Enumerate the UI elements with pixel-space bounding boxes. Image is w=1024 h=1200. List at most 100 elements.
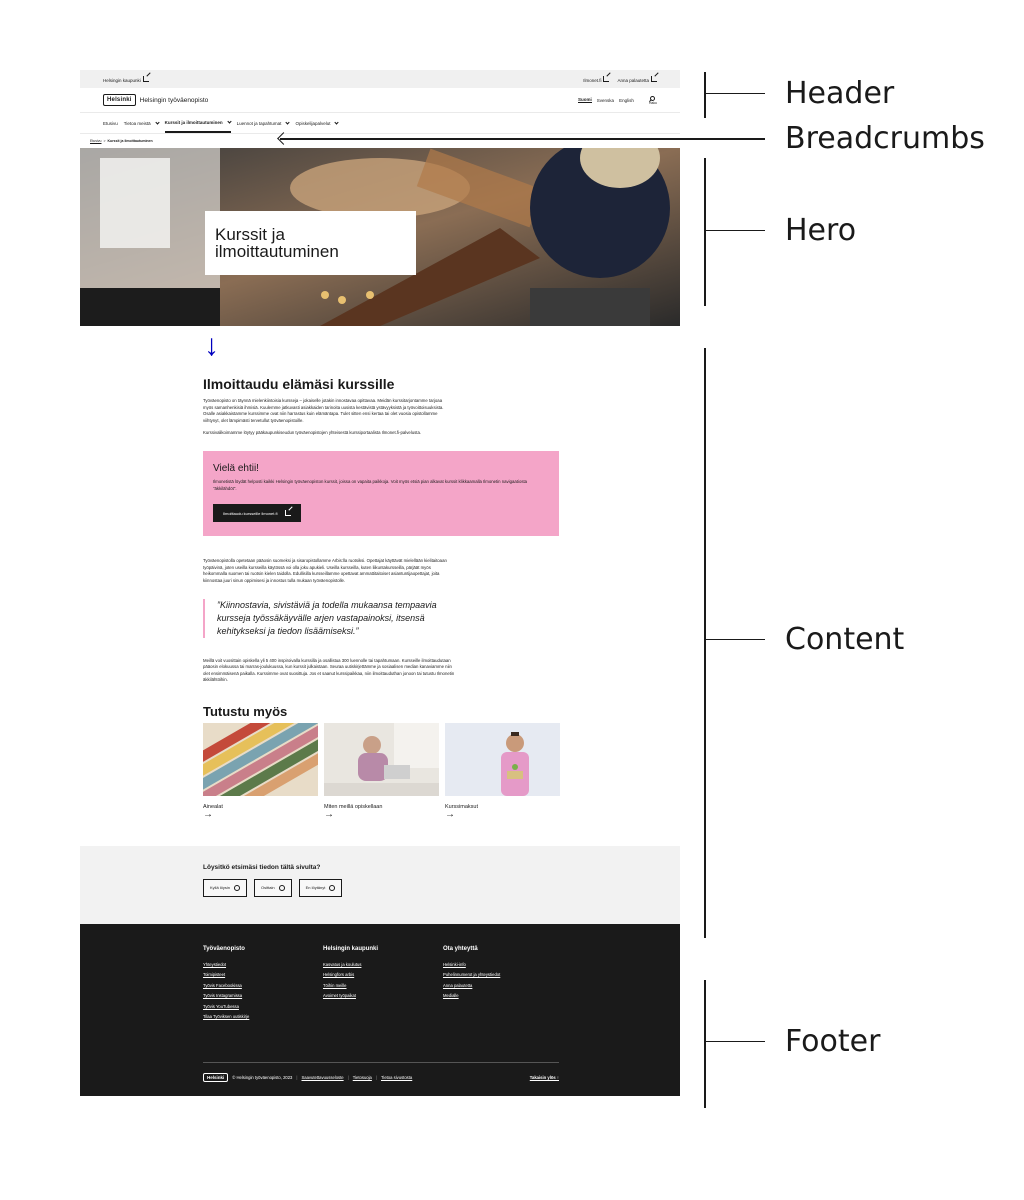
annotation-line xyxy=(705,1040,765,1043)
quote: ”Kiinnostavia, sivistäviä ja todella muk… xyxy=(203,598,459,638)
explore-heading: Tutustu myös xyxy=(203,703,288,719)
footer-logo: Helsinki xyxy=(203,1073,229,1083)
lang-suomi[interactable]: Suomi xyxy=(578,97,592,103)
external-link-icon xyxy=(142,75,149,82)
footer-link[interactable]: Yhteystiedot xyxy=(203,960,323,970)
neutral-face-icon xyxy=(278,884,285,891)
city-link[interactable]: Helsingin kaupunki xyxy=(103,75,149,83)
home-logo-link[interactable]: Helsinki Helsingin työväenopisto xyxy=(103,94,208,106)
hero-title: Kurssit ja ilmoittautuminen xyxy=(205,211,416,275)
ilmonet-link[interactable]: Ilmonet.fi xyxy=(583,75,610,83)
feedback-yes-button[interactable]: Kyllä löysin xyxy=(203,878,248,897)
annotation-label: Content xyxy=(785,622,905,657)
lang-svenska[interactable]: Svenska xyxy=(597,98,614,103)
helsinki-logo: Helsinki xyxy=(103,94,136,106)
arrow-down-icon[interactable]: ↓ xyxy=(204,331,219,361)
footer-col-title: Helsingin kaupunki xyxy=(323,945,379,952)
feedback-link[interactable]: Anna palautetta xyxy=(617,75,657,83)
footer-link[interactable]: Toimipisteet xyxy=(203,970,323,980)
intro-paragraph: Työväenopisto on täynnä mielenkiintoisia… xyxy=(203,398,444,423)
privacy-link[interactable]: Tietosuoja xyxy=(353,1075,372,1080)
feedback-yes-label: Kyllä löysin xyxy=(210,885,231,891)
breadcrumbs-pointer xyxy=(280,138,765,140)
highlight-title: Vielä ehtii! xyxy=(213,462,259,474)
annotation-content: Content xyxy=(705,622,904,657)
breadcrumb: Etusivu > Kurssit ja ilmoittautuminen xyxy=(80,134,680,148)
nav-item-label: Luennot ja tapahtumat xyxy=(236,120,282,126)
ilmonet-cta-button[interactable]: Ilmoittaudu kursseille ilmonet.fi xyxy=(213,504,302,523)
student-image xyxy=(324,722,439,796)
footer-link[interactable]: Medialle xyxy=(443,991,563,1001)
brand-row: Helsinki Helsingin työväenopisto Suomi S… xyxy=(80,88,680,112)
feedback-question: Löysitkö etsimäsi tiedon tältä sivulta? xyxy=(203,863,321,871)
breadcrumb-home[interactable]: Etusivu xyxy=(90,139,101,143)
hero: Kurssit ja ilmoittautuminen xyxy=(80,148,680,326)
feedback-no-label: En löytänyt xyxy=(305,885,326,891)
nav-item-kurssit[interactable]: Kurssit ja ilmoittautuminen xyxy=(164,113,232,133)
feedback-buttons: Kyllä löysin Osittain En löytänyt xyxy=(203,878,680,897)
footer-link[interactable]: Työvis Instagramissa xyxy=(203,991,323,1001)
back-to-top-link[interactable]: Takaisin ylös ↑ xyxy=(530,1075,559,1080)
footer-link[interactable]: Kasvatus ja koulutus xyxy=(323,960,443,970)
copyright: © Helsingin työväenopisto, 2023 xyxy=(232,1075,293,1081)
external-link-icon xyxy=(651,75,657,82)
footer-link[interactable]: Työvis Facebookissa xyxy=(203,981,323,991)
divider: | xyxy=(375,1075,377,1081)
breadcrumb-separator: > xyxy=(103,139,106,143)
footer-link[interactable]: Helsingfors arbis xyxy=(323,970,443,980)
divider: | xyxy=(347,1075,349,1081)
nav-item-tietoa[interactable]: Tietoa meistä xyxy=(123,113,160,133)
person-image xyxy=(445,722,560,796)
city-link-label: Helsingin kaupunki xyxy=(103,77,141,83)
card-list: Ainealat → Miten meillä opiskellaan → Ku… xyxy=(203,722,560,820)
smiley-icon xyxy=(234,884,241,891)
footer-link[interactable]: Anna palautetta xyxy=(443,981,563,991)
annotation-label: Hero xyxy=(785,213,857,248)
language-paragraph: Työväenopistolla opetetaan pääosin suome… xyxy=(203,558,447,583)
footer-col-tyovaenopisto: Työväenopisto Yhteystiedot Toimipisteet … xyxy=(203,946,323,1022)
footer-link[interactable]: Töihin meille xyxy=(323,981,443,991)
footer-bottom: Helsinki © Helsingin työväenopisto, 2023… xyxy=(203,1062,559,1083)
arrow-right-icon: → xyxy=(203,808,213,820)
footer-link[interactable]: Puhelinnumerot ja yhteystiedot xyxy=(443,970,563,980)
nav-item-etusivu[interactable]: Etusivu xyxy=(103,113,118,133)
nav-item-label: Etusivu xyxy=(103,120,118,126)
annotation-line xyxy=(705,638,765,641)
main-nav: Etusivu Tietoa meistä Kurssit ja ilmoitt… xyxy=(80,112,680,134)
card-kurssimaksut[interactable]: Kurssimaksut → xyxy=(445,722,560,820)
feedback-link-label: Anna palautetta xyxy=(617,77,649,83)
chevron-down-icon xyxy=(227,118,232,124)
page-mockup: Helsingin kaupunki Ilmonet.fi Anna palau… xyxy=(80,70,680,1128)
footer-link[interactable]: Tilaa Työviksen uutiskirje xyxy=(203,1012,323,1022)
footer-col-kaupunki: Helsingin kaupunki Kasvatus ja koulutus … xyxy=(323,946,443,1022)
accessibility-link[interactable]: Saavutettavuusseloste xyxy=(301,1075,343,1080)
chevron-down-icon xyxy=(155,119,160,125)
footer-link[interactable]: Avoimet työpaikat xyxy=(323,991,443,1001)
footer-link[interactable]: Helsinki-info xyxy=(443,960,563,970)
nav-item-label: Tietoa meistä xyxy=(123,120,151,126)
annotation-footer: Footer xyxy=(705,1024,880,1059)
lang-english[interactable]: English xyxy=(619,98,634,103)
feedback-no-button[interactable]: En löytänyt xyxy=(298,878,343,897)
highlight-box: Vielä ehtii! Ilmonetistä löydät helposti… xyxy=(203,450,559,537)
nav-item-luennot[interactable]: Luennot ja tapahtumat xyxy=(236,113,291,133)
top-bar-links: Ilmonet.fi Anna palautetta xyxy=(583,75,657,83)
search-button[interactable]: Haku xyxy=(649,95,657,105)
top-bar: Helsingin kaupunki Ilmonet.fi Anna palau… xyxy=(80,70,680,88)
chevron-down-icon xyxy=(285,119,291,125)
footer-col-title: Työväenopisto xyxy=(203,945,245,952)
card-opiskelu[interactable]: Miten meillä opiskellaan → xyxy=(324,722,439,820)
divider: | xyxy=(296,1075,298,1081)
card-ainealat[interactable]: Ainealat → xyxy=(203,722,318,820)
feedback-partly-button[interactable]: Osittain xyxy=(254,878,292,897)
nav-item-opiskelijapalvelut[interactable]: Opiskelijapalvelut xyxy=(295,113,340,133)
site-name: Helsingin työväenopisto xyxy=(139,96,209,104)
annotation-label: Breadcrumbs xyxy=(785,121,985,156)
about-site-link[interactable]: Tietoa sivustosta xyxy=(381,1075,412,1080)
arrow-right-icon: → xyxy=(445,808,455,820)
content-heading: Ilmoittaudu elämäsi kurssille xyxy=(203,376,395,392)
info-paragraph: Meillä voit vuosittain opiskella yli 5 4… xyxy=(203,657,455,683)
ilmonet-link-label: Ilmonet.fi xyxy=(583,77,602,83)
annotation-header: Header xyxy=(705,76,894,111)
footer-link[interactable]: Työvis YouTubessa xyxy=(203,1002,323,1012)
